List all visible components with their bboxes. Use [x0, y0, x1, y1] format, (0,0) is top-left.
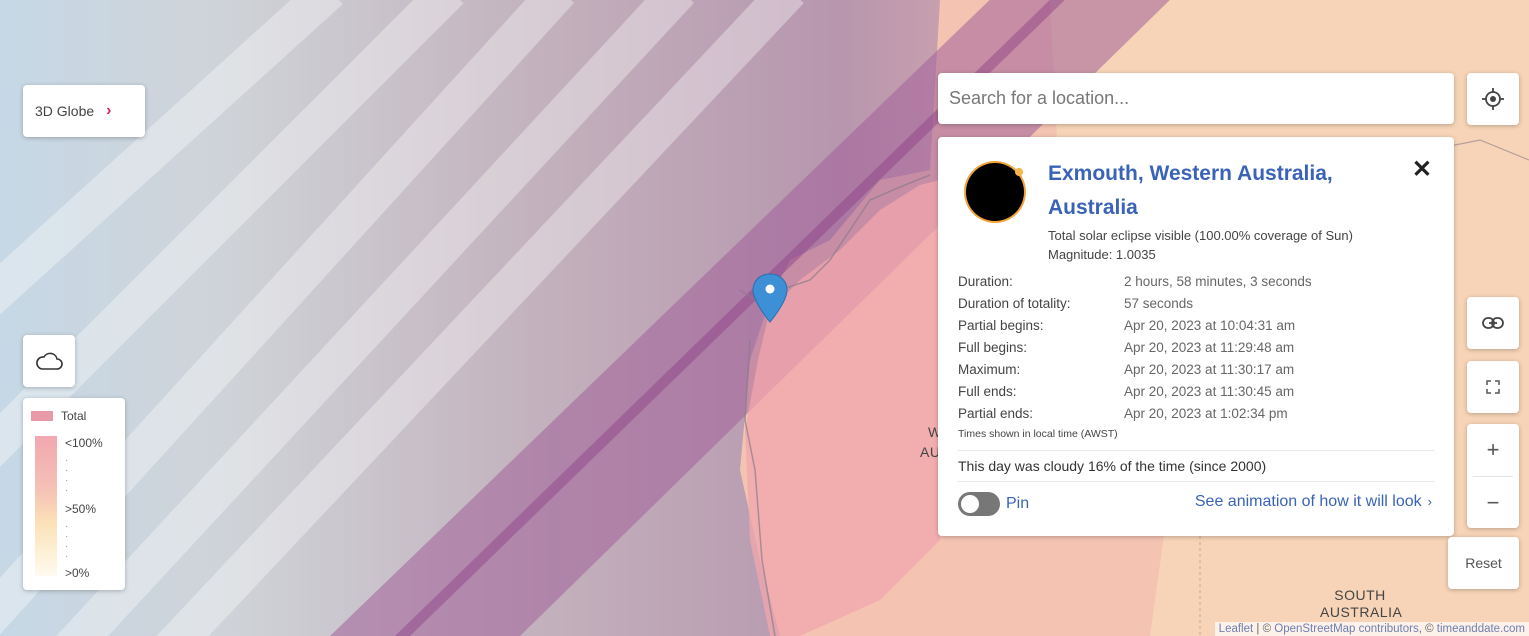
cloudy-note: This day was cloudy 16% of the time (sin… — [958, 458, 1267, 474]
legend: Total <100% · · · · >50% · · · · >0% — [23, 398, 125, 590]
time-row-label: Duration: — [958, 274, 1013, 289]
time-row-value: 2 hours, 58 minutes, 3 seconds — [1124, 274, 1312, 289]
time-row-value: Apr 20, 2023 at 10:04:31 am — [1124, 318, 1296, 333]
legend-dots-lower: · · · · — [65, 521, 69, 562]
map-attribution: Leaflet | © OpenStreetMap contributors, … — [1214, 622, 1529, 636]
magnitude-text: Magnitude: 1.0035 — [1048, 247, 1156, 262]
time-row-label: Full begins: — [958, 340, 1028, 355]
osm-link[interactable]: OpenStreetMap contributors — [1274, 623, 1418, 635]
pin-label: Pin — [1006, 495, 1030, 512]
search-input[interactable]: Search for a location... — [938, 73, 1454, 124]
link-icon — [1482, 317, 1504, 329]
cloud-icon — [36, 352, 63, 370]
animation-link[interactable]: See animation of how it will look › — [1195, 493, 1432, 511]
pin-toggle[interactable]: Pin — [958, 492, 1029, 516]
legend-total-row: Total — [31, 408, 117, 424]
legend-label-0: >0% — [65, 566, 90, 580]
time-row: Maximum: Apr 20, 2023 at 11:30:17 am — [958, 359, 1312, 381]
time-row: Full ends: Apr 20, 2023 at 11:30:45 am — [958, 381, 1312, 403]
map-label-line-1: SOUTH — [1334, 587, 1386, 603]
zoom-out-button[interactable]: − — [1467, 477, 1519, 529]
fullscreen-icon — [1486, 380, 1500, 394]
share-link-button[interactable] — [1467, 297, 1519, 349]
popup-subtitle: Total solar eclipse visible (100.00% cov… — [1048, 226, 1353, 264]
attribution-sep: | © — [1253, 623, 1275, 635]
visibility-text: Total solar eclipse visible (100.00% cov… — [1048, 228, 1353, 243]
legend-label-100: <100% — [65, 436, 103, 450]
attribution-sep: , © — [1418, 623, 1437, 635]
reset-button[interactable]: Reset — [1448, 537, 1519, 589]
location-popup: Exmouth, Western Australia, Australia ✕ … — [938, 137, 1454, 536]
map-label-south-australia: SOUTH AUSTRALIA — [1320, 587, 1403, 621]
legend-label-50: >50% — [65, 502, 97, 516]
crosshair-icon — [1482, 88, 1504, 110]
search-placeholder: Search for a location... — [949, 88, 1130, 108]
legend-dots-upper: · · · · — [65, 455, 69, 496]
chevron-right-icon: › — [1427, 494, 1432, 509]
time-row: Duration of totality: 57 seconds — [958, 293, 1312, 315]
leaflet-link[interactable]: Leaflet — [1219, 623, 1254, 635]
legend-gradient — [35, 436, 57, 576]
popup-title: Exmouth, Western Australia, Australia — [1048, 162, 1333, 219]
time-row: Partial begins: Apr 20, 2023 at 10:04:31 … — [958, 315, 1312, 337]
close-icon[interactable]: ✕ — [1412, 157, 1432, 183]
time-row-value: Apr 20, 2023 at 1:02:34 pm — [1124, 406, 1288, 421]
time-row: Full begins: Apr 20, 2023 at 11:29:48 am — [958, 337, 1312, 359]
time-row: Duration: 2 hours, 58 minutes, 3 seconds — [958, 271, 1312, 293]
time-row-label: Maximum: — [958, 362, 1021, 377]
3d-globe-button[interactable]: 3D Globe › — [23, 85, 145, 137]
legend-total-label: Total — [61, 409, 87, 423]
zoom-in-button[interactable]: + — [1467, 424, 1519, 476]
divider — [958, 481, 1434, 482]
eclipse-times-table: Duration: 2 hours, 58 minutes, 3 seconds D… — [958, 271, 1312, 425]
time-row-label: Full ends: — [958, 384, 1017, 399]
chevron-right-icon: › — [106, 102, 112, 119]
legend-total-swatch — [31, 411, 53, 421]
zoom-controls: + − — [1467, 424, 1519, 528]
time-row-value: 57 seconds — [1124, 296, 1194, 311]
time-row-value: Apr 20, 2023 at 11:30:45 am — [1124, 384, 1295, 399]
3d-globe-label: 3D Globe — [35, 103, 95, 119]
time-row-value: Apr 20, 2023 at 11:29:48 am — [1124, 340, 1295, 355]
time-row-label: Partial ends: — [958, 406, 1034, 421]
eclipse-icon — [964, 161, 1026, 223]
time-row-label: Duration of totality: — [958, 296, 1071, 311]
time-row: Partial ends: Apr 20, 2023 at 1:02:34 pm — [958, 403, 1312, 425]
cloud-layer-button[interactable] — [23, 335, 75, 387]
locate-me-button[interactable] — [1467, 73, 1519, 125]
fullscreen-button[interactable] — [1467, 361, 1519, 413]
timezone-note: Times shown in local time (AWST) — [958, 428, 1118, 440]
toggle-switch[interactable] — [958, 492, 1000, 516]
time-row-value: Apr 20, 2023 at 11:30:17 am — [1124, 362, 1295, 377]
divider — [958, 450, 1434, 451]
time-row-label: Partial begins: — [958, 318, 1044, 333]
animation-link-text: See animation of how it will look — [1194, 493, 1422, 510]
timeanddate-link[interactable]: timeanddate.com — [1437, 623, 1525, 635]
map-label-line-2: AUSTRALIA — [1320, 604, 1403, 620]
